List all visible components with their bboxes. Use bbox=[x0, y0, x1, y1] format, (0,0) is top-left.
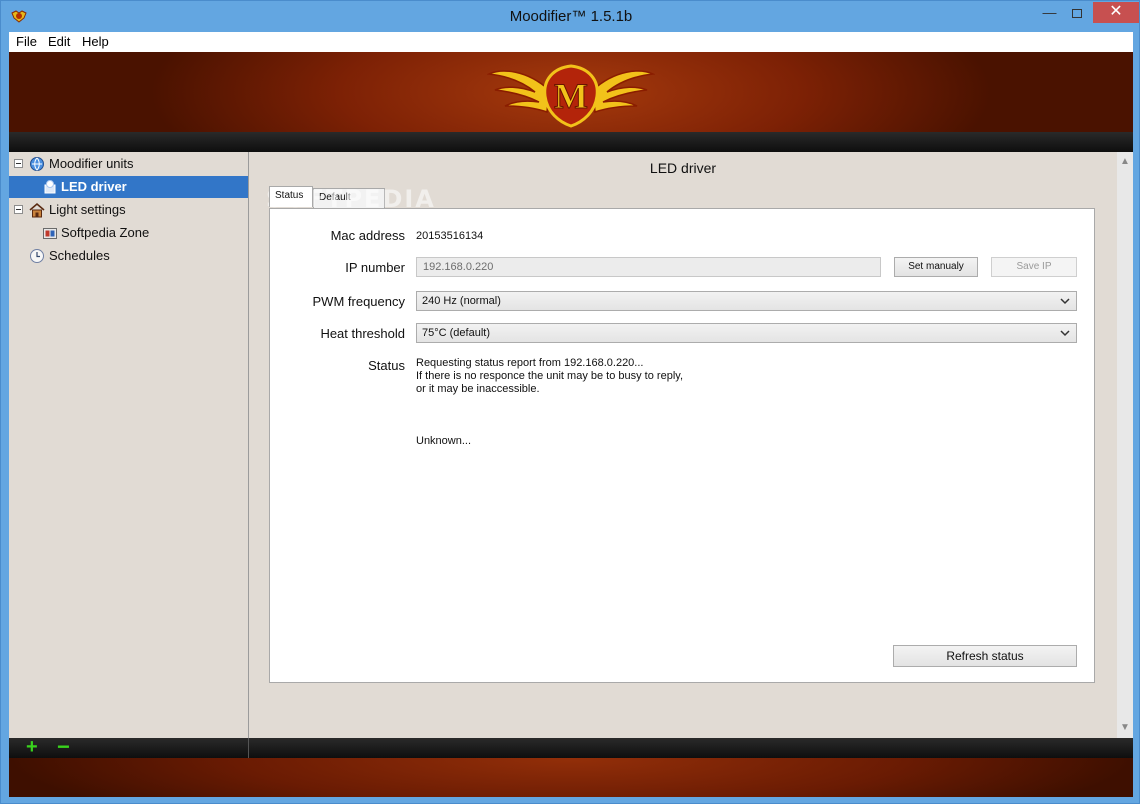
pwm-frequency-value: 240 Hz (normal) bbox=[422, 295, 501, 307]
maximize-icon bbox=[1071, 8, 1082, 18]
home-icon bbox=[29, 202, 45, 218]
toolbar-strip bbox=[9, 132, 1133, 152]
main-panel: LED driver Status Default setting SOFTPE… bbox=[249, 152, 1133, 738]
status-tab-page: SOFTPEDIA Mac address 20153516134 IP num… bbox=[266, 185, 1095, 683]
tree-item-light-settings[interactable]: Light settings bbox=[9, 199, 248, 221]
heat-threshold-value: 75°C (default) bbox=[422, 327, 490, 339]
panel-title: LED driver bbox=[649, 160, 717, 176]
add-unit-button[interactable]: + bbox=[26, 737, 40, 758]
tree-label: LED driver bbox=[61, 179, 127, 194]
scroll-up-icon[interactable]: ▲ bbox=[1119, 156, 1131, 168]
collapse-icon[interactable] bbox=[14, 205, 23, 214]
maximize-button[interactable] bbox=[1063, 2, 1090, 23]
pwm-frequency-select[interactable]: 240 Hz (normal) bbox=[416, 291, 1077, 311]
minimize-button[interactable]: — bbox=[1036, 2, 1063, 23]
minimize-icon: — bbox=[1042, 4, 1057, 20]
vertical-scrollbar[interactable]: ▲ ▼ bbox=[1117, 152, 1133, 738]
tree-label: Moodifier units bbox=[49, 156, 134, 171]
tree-item-moodifier-units[interactable]: Moodifier units bbox=[9, 153, 248, 175]
status-line: Requesting status report from 192.168.0.… bbox=[416, 357, 644, 369]
chevron-down-icon bbox=[1060, 298, 1070, 305]
clock-icon bbox=[30, 249, 44, 263]
heat-threshold-select[interactable]: 75°C (default) bbox=[416, 323, 1077, 343]
close-icon: ✕ bbox=[1109, 3, 1123, 20]
window-title: Moodifier™ 1.5.1b bbox=[509, 8, 633, 25]
status-label: Status bbox=[368, 358, 405, 373]
menu-file[interactable]: File bbox=[16, 34, 37, 49]
client-area: File Edit Help M Moodifier units LED dri… bbox=[9, 32, 1133, 797]
status-line: or it may be inaccessible. bbox=[416, 383, 540, 395]
app-window: Moodifier™ 1.5.1b — ✕ File Edit Help M M… bbox=[0, 0, 1140, 804]
tree-label: Softpedia Zone bbox=[61, 225, 150, 240]
chevron-down-icon bbox=[1060, 330, 1070, 337]
mac-address-label: Mac address bbox=[330, 228, 405, 243]
collapse-icon[interactable] bbox=[14, 159, 23, 168]
menu-edit[interactable]: Edit bbox=[48, 34, 70, 49]
remove-unit-button[interactable]: − bbox=[57, 736, 71, 758]
close-button[interactable]: ✕ bbox=[1093, 2, 1139, 23]
footer-banner bbox=[9, 758, 1133, 797]
status-message: Requesting status report from 192.168.0.… bbox=[416, 357, 683, 396]
pwm-frequency-label: PWM frequency bbox=[312, 294, 405, 309]
moodifier-logo-icon: M bbox=[487, 64, 655, 128]
heat-threshold-label: Heat threshold bbox=[320, 326, 405, 341]
globe-icon bbox=[30, 157, 44, 171]
tree-item-softpedia-zone[interactable]: Softpedia Zone bbox=[9, 222, 248, 244]
menu-help[interactable]: Help bbox=[82, 34, 109, 49]
title-bar[interactable]: Moodifier™ 1.5.1b — ✕ bbox=[1, 1, 1140, 32]
led-driver-icon bbox=[44, 180, 56, 194]
svg-text:M: M bbox=[554, 76, 588, 116]
tab-status[interactable]: Status bbox=[269, 186, 313, 207]
tree-item-led-driver[interactable]: LED driver bbox=[9, 176, 248, 198]
scroll-down-icon[interactable]: ▼ bbox=[1119, 722, 1131, 734]
ip-number-input[interactable] bbox=[416, 257, 881, 277]
refresh-status-button[interactable]: Refresh status bbox=[893, 645, 1077, 667]
tree-label: Schedules bbox=[49, 248, 110, 263]
sidebar-tree: Moodifier units LED driver Light setting… bbox=[9, 152, 249, 738]
set-manually-button[interactable]: Set manualy bbox=[894, 257, 978, 277]
status-line: If there is no responce the unit may be … bbox=[416, 370, 683, 382]
status-result: Unknown... bbox=[416, 435, 472, 447]
save-ip-button[interactable]: Save IP bbox=[991, 257, 1077, 277]
mac-address-value: 20153516134 bbox=[416, 230, 484, 242]
tree-label: Light settings bbox=[49, 202, 126, 217]
ip-number-label: IP number bbox=[345, 260, 405, 275]
toolbar-divider bbox=[248, 738, 249, 758]
bottom-toolbar: + − bbox=[9, 736, 1133, 758]
menu-bar: File Edit Help bbox=[9, 32, 1133, 52]
zone-icon bbox=[43, 228, 57, 239]
header-banner: M bbox=[9, 52, 1133, 132]
tree-item-schedules[interactable]: Schedules bbox=[9, 245, 248, 267]
